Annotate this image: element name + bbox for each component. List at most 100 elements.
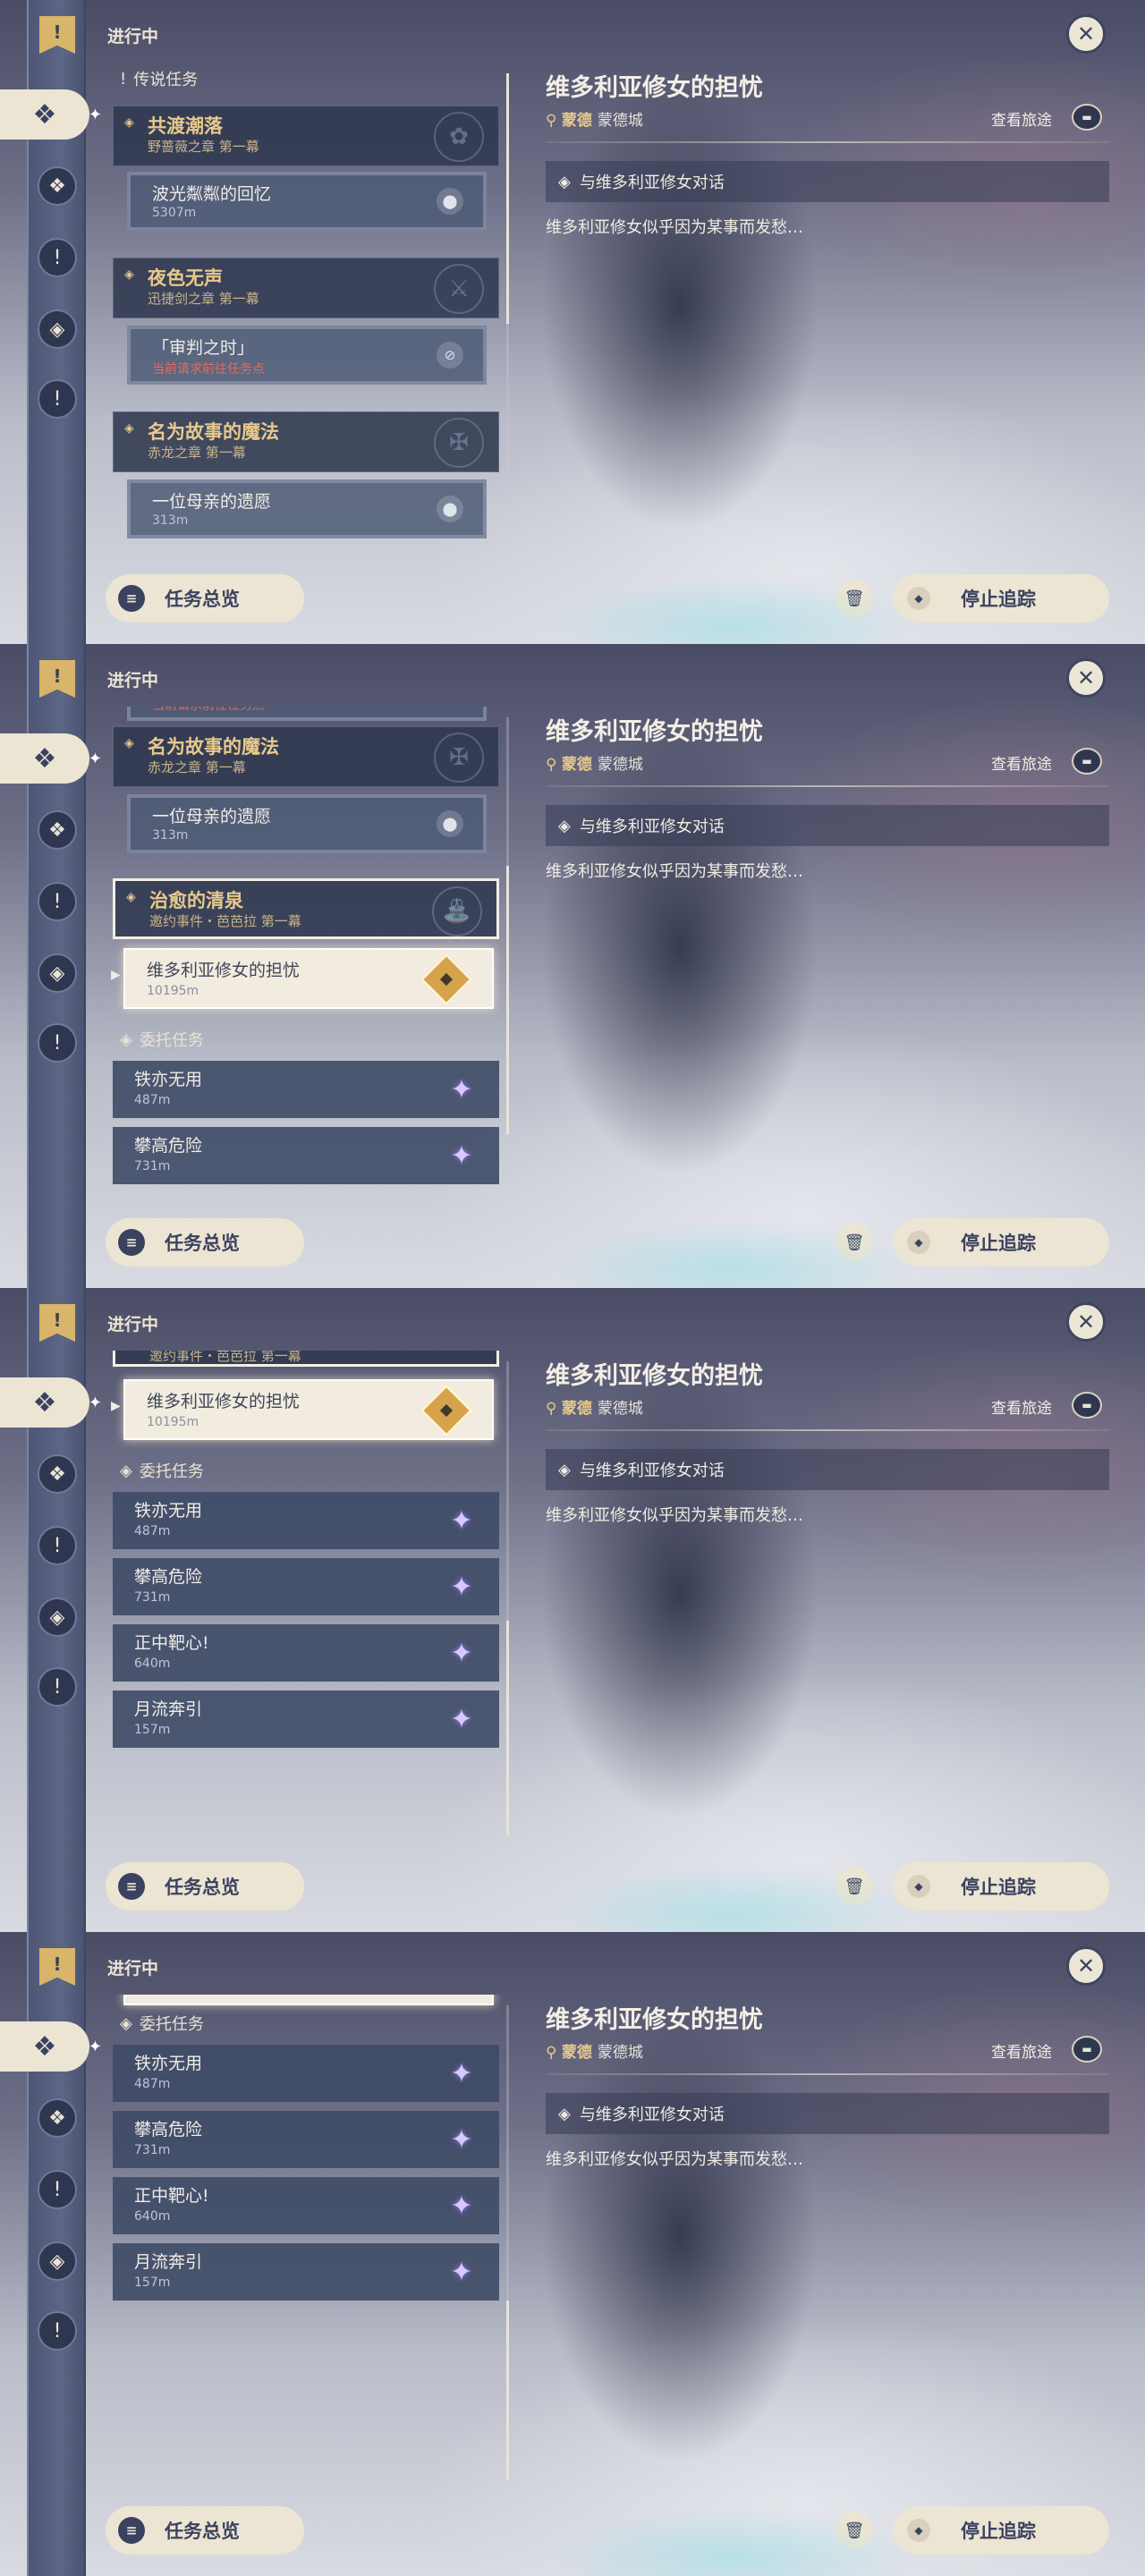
trash-icon[interactable]: 🗑 xyxy=(835,1868,873,1905)
commission-row[interactable]: 攀高危险 731m ✦ xyxy=(113,1558,499,1615)
diamond-icon: ◈ xyxy=(558,2104,571,2123)
screen-1: ! ❖ ✦ ❖ ! ◈ ! 进行中 ! 传说任务 ◈ 共渡潮落 野蔷薇之章 第一幕 … xyxy=(0,0,1145,644)
trash-icon[interactable]: 🗑 xyxy=(835,2512,873,2549)
commission-row[interactable]: 铁亦无用 487m ✦ xyxy=(113,1061,499,1118)
rail-tab-active[interactable]: ❖ ✦ xyxy=(0,2021,102,2072)
rail-tab-active[interactable]: ❖ ✦ xyxy=(0,733,102,784)
quest-step[interactable]: 「审判之时」 当前请求前往任务点 xyxy=(127,707,487,721)
overview-label: 任务总览 xyxy=(165,2521,240,2542)
rail-tab-archon[interactable]: ❖ xyxy=(38,1454,77,1494)
rail-tab-commission[interactable]: ! xyxy=(38,1023,77,1063)
tracked-quest-step[interactable] xyxy=(123,1995,494,2005)
location-pin-icon[interactable]: ⬤ xyxy=(437,188,463,215)
rail-tab-active[interactable]: ❖ ✦ xyxy=(0,1377,102,1428)
close-button[interactable]: ✕ xyxy=(1066,658,1106,698)
rail-tab-commission[interactable]: ! xyxy=(38,2311,77,2351)
quest-list[interactable]: 邀约事件・芭芭拉 第一幕 ▶ 维多利亚修女的担忧 10195m ◈ 委托任务 铁亦… xyxy=(107,1351,506,1834)
view-journey-link[interactable]: 查看旅途 xyxy=(991,107,1052,130)
in-progress-label: 进行中 xyxy=(107,27,159,47)
screen-2: ! ❖✦ ❖ ! ◈ ! 进行中 「审判之时」 当前请求前往任务点 ◈ 名为故事… xyxy=(0,644,1145,1288)
commission-row[interactable]: 月流奔引 157m ✦ xyxy=(113,2243,499,2301)
step-title: 一位母亲的遗愿 xyxy=(152,492,272,512)
quest-list[interactable]: 「审判之时」 当前请求前往任务点 ◈ 名为故事的魔法 赤龙之章 第一幕 ✠ 一位… xyxy=(107,707,506,1190)
stop-tracking-button[interactable]: ◆ 停止追踪 xyxy=(893,574,1109,623)
diamond-icon: ◆ xyxy=(907,2519,930,2542)
rail-tab-archon[interactable]: ❖ xyxy=(38,166,77,206)
quest-overview-button[interactable]: ≡ 任务总览 xyxy=(106,2506,304,2555)
rail-tab-story[interactable]: ! xyxy=(38,882,77,921)
tracked-quest-step[interactable]: 维多利亚修女的担忧 10195m xyxy=(123,1379,494,1440)
scrollbar-thumb[interactable] xyxy=(506,866,509,1134)
rail-tab-story[interactable]: ! xyxy=(38,2170,77,2209)
step-title: 波光粼粼的回忆 xyxy=(152,184,272,204)
quest-overview-button[interactable]: ≡ 任务总览 xyxy=(106,1862,304,1911)
journey-icon[interactable]: ▬ xyxy=(1072,104,1102,131)
rail-tab-commission[interactable]: ! xyxy=(38,379,77,419)
trash-icon[interactable]: 🗑 xyxy=(835,580,873,617)
rail-tab-active[interactable]: ❖ ✦ xyxy=(0,89,102,140)
stop-tracking-button[interactable]: ◆ 停止追踪 xyxy=(893,1862,1109,1911)
journey-icon[interactable]: ▬ xyxy=(1072,748,1102,775)
stop-tracking-button[interactable]: ◆ 停止追踪 xyxy=(893,1218,1109,1267)
rail-tab-world[interactable]: ◈ xyxy=(38,1597,77,1637)
quest-list[interactable]: ◈ 委托任务 铁亦无用 487m ✦ 攀高危险 731m ✦ 正中靶心! 640m… xyxy=(107,1995,506,2478)
quest-group[interactable]: ◈ 夜色无声 迅捷剑之章 第一幕 ⚔ xyxy=(113,258,499,318)
rail-tab-world[interactable]: ◈ xyxy=(38,2241,77,2281)
tracked-quest-step[interactable]: 维多利亚修女的担忧 10195m xyxy=(123,948,494,1009)
step-status: 当前请求前往任务点 xyxy=(152,707,265,714)
quest-group-selected[interactable]: 邀约事件・芭芭拉 第一幕 xyxy=(113,1351,499,1367)
commission-row[interactable]: 正中靶心! 640m ✦ xyxy=(113,2177,499,2234)
rail-tab-story[interactable]: ! xyxy=(38,1526,77,1565)
chapter-emblem-icon: ✠ xyxy=(434,733,484,783)
rail-tab-commission[interactable]: ! xyxy=(38,1667,77,1707)
stop-tracking-button[interactable]: ◆ 停止追踪 xyxy=(893,2506,1109,2555)
location-pin-icon[interactable]: ⬤ xyxy=(437,810,463,837)
rail-tab-archon[interactable]: ❖ xyxy=(38,2098,77,2138)
quest-step[interactable]: 波光粼粼的回忆 5307m ⬤ xyxy=(127,172,487,231)
commission-row[interactable]: 攀高危险 731m ✦ xyxy=(113,1127,499,1184)
quest-title: 维多利亚修女的担忧 xyxy=(546,1362,763,1390)
commission-row[interactable]: 铁亦无用 487m ✦ xyxy=(113,1492,499,1549)
diamond-icon: ◆ xyxy=(907,587,930,610)
quest-step[interactable]: 一位母亲的遗愿 313m ⬤ xyxy=(127,794,487,853)
scrollbar-thumb[interactable] xyxy=(506,2301,509,2479)
scrollbar-thumb[interactable] xyxy=(506,1621,509,1835)
commission-row[interactable]: 铁亦无用 487m ✦ xyxy=(113,2045,499,2102)
region-name: 蒙德 xyxy=(561,756,592,774)
commission-row[interactable]: 月流奔引 157m ✦ xyxy=(113,1690,499,1748)
quest-group-selected[interactable]: ◈ 治愈的清泉 邀约事件・芭芭拉 第一幕 ⛲ xyxy=(113,878,499,939)
close-button[interactable]: ✕ xyxy=(1066,1302,1106,1342)
location-pin-icon[interactable]: ⬤ xyxy=(437,496,463,522)
view-journey-link[interactable]: 查看旅途 xyxy=(991,2039,1052,2062)
quest-list[interactable]: ! 传说任务 ◈ 共渡潮落 野蔷薇之章 第一幕 ✿ 波光粼粼的回忆 5307m ⬤… xyxy=(107,63,506,546)
trash-icon[interactable]: 🗑 xyxy=(835,1224,873,1261)
rail-tab-world[interactable]: ◈ xyxy=(38,953,77,993)
exclamation-icon: ! xyxy=(120,69,127,89)
quest-overview-button[interactable]: ≡ 任务总览 xyxy=(106,1218,304,1267)
chapter-emblem-icon: ✿ xyxy=(434,112,484,162)
diamond-icon: ◆ xyxy=(907,1875,930,1898)
view-journey-link[interactable]: 查看旅途 xyxy=(991,1395,1052,1418)
rail-tab-world[interactable]: ◈ xyxy=(38,309,77,349)
quest-overview-button[interactable]: ≡ 任务总览 xyxy=(106,574,304,623)
section-legend: ! 传说任务 xyxy=(120,69,199,90)
close-button[interactable]: ✕ xyxy=(1066,14,1106,54)
rail-tab-archon[interactable]: ❖ xyxy=(38,810,77,850)
location-pin-icon: ⚲ xyxy=(546,2044,557,2062)
objective-row: ◈ 与维多利亚修女对话 xyxy=(546,805,1109,846)
commission-row[interactable]: 攀高危险 731m ✦ xyxy=(113,2111,499,2168)
group-subtitle: 赤龙之章 第一幕 xyxy=(148,759,246,775)
rail-tab-story[interactable]: ! xyxy=(38,238,77,277)
scrollbar-thumb[interactable] xyxy=(506,73,509,324)
view-journey-link[interactable]: 查看旅途 xyxy=(991,751,1052,774)
journey-icon[interactable]: ▬ xyxy=(1072,1392,1102,1419)
quest-group[interactable]: ◈ 名为故事的魔法 赤龙之章 第一幕 ✠ xyxy=(113,411,499,472)
group-subtitle: 邀约事件・芭芭拉 第一幕 xyxy=(149,913,301,929)
journey-icon[interactable]: ▬ xyxy=(1072,2036,1102,2063)
quest-step[interactable]: 一位母亲的遗愿 313m ⬤ xyxy=(127,479,487,538)
quest-group[interactable]: ◈ 共渡潮落 野蔷薇之章 第一幕 ✿ xyxy=(113,106,499,166)
quest-step[interactable]: 「审判之时」 当前请求前往任务点 ⊘ xyxy=(127,326,487,385)
close-button[interactable]: ✕ xyxy=(1066,1946,1106,1986)
quest-group[interactable]: ◈ 名为故事的魔法 赤龙之章 第一幕 ✠ xyxy=(113,726,499,787)
commission-row[interactable]: 正中靶心! 640m ✦ xyxy=(113,1624,499,1682)
